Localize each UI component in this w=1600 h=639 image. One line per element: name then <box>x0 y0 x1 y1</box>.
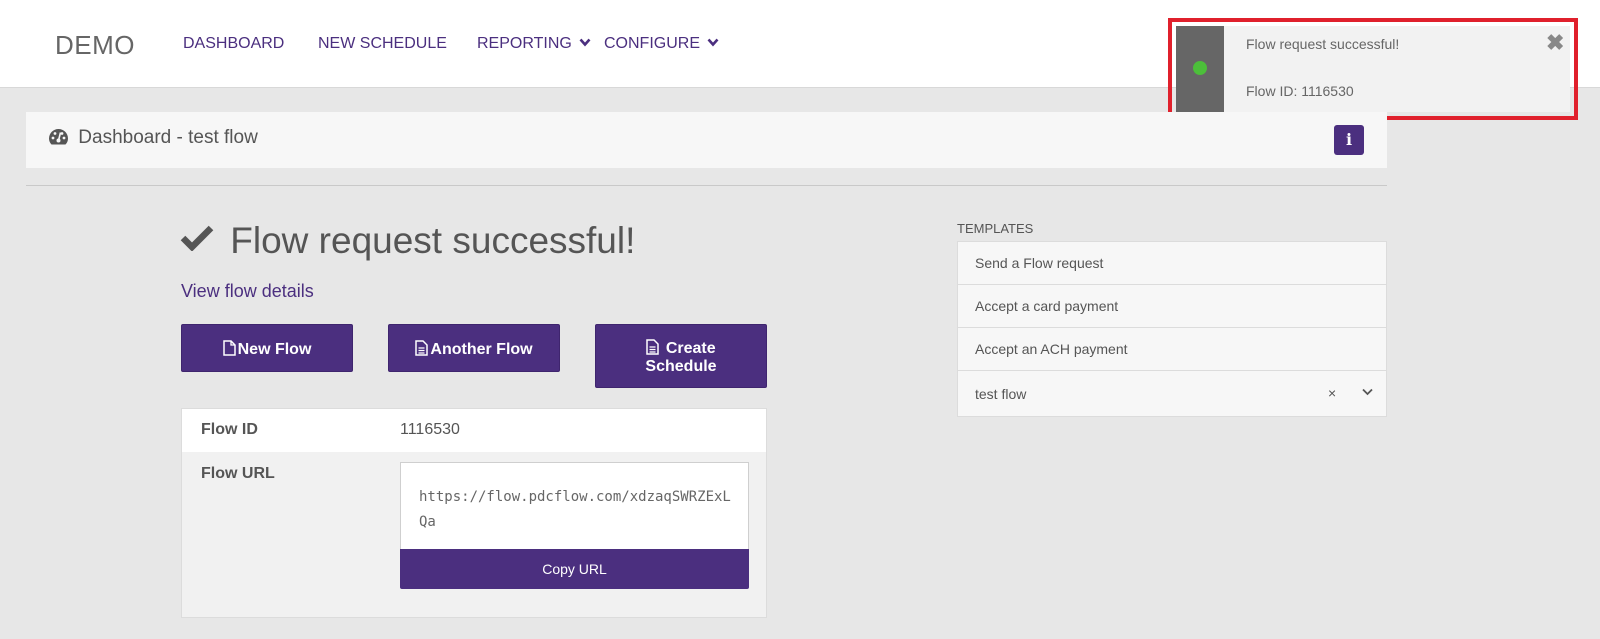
page-title-text: Dashboard - test flow <box>78 127 258 148</box>
create-schedule-button[interactable]: Create Schedule <box>595 324 767 388</box>
success-heading: Flow request successful! <box>180 220 635 262</box>
templates-list: Send a Flow request Accept a card paymen… <box>957 241 1387 417</box>
file-text-icon <box>646 339 660 355</box>
flow-id-value: 1116530 <box>400 421 460 438</box>
new-flow-label: New Flow <box>237 341 312 358</box>
page-header: Dashboard - test flow i <box>26 112 1387 168</box>
new-flow-button[interactable]: New Flow <box>181 324 353 372</box>
nav-reporting-label: REPORTING <box>477 35 572 52</box>
templates-heading: TEMPLATES <box>957 221 1034 236</box>
toast-notification: Flow request successful! Flow ID: 111653… <box>1176 26 1570 112</box>
flow-id-row: Flow ID 1116530 <box>182 409 766 452</box>
close-icon[interactable]: ✖ <box>1546 30 1564 56</box>
template-item-accept-card-payment[interactable]: Accept a card payment <box>958 285 1386 328</box>
template-select-value: test flow <box>975 386 1027 402</box>
toast-message: Flow request successful! <box>1246 36 1400 52</box>
toast-status-bar <box>1176 26 1224 112</box>
create-schedule-label-line1: Create <box>665 340 716 357</box>
create-schedule-label-line2: Schedule <box>645 358 717 375</box>
view-flow-details-link[interactable]: View flow details <box>181 281 314 302</box>
flow-url-label: Flow URL <box>201 465 275 482</box>
page-title: Dashboard - test flow <box>48 127 258 149</box>
nav-configure[interactable]: CONFIGURE <box>604 35 719 53</box>
nav-new-schedule-label: NEW SCHEDULE <box>318 35 447 52</box>
status-dot-icon <box>1193 61 1207 75</box>
file-text-icon <box>415 340 429 356</box>
nav-reporting[interactable]: REPORTING <box>477 35 591 53</box>
file-icon <box>222 340 236 356</box>
flow-url-value[interactable]: https://flow.pdcflow.com/xdzaqSWRZExLQa <box>419 485 739 535</box>
template-select[interactable]: test flow × <box>958 371 1386 416</box>
another-flow-label: Another Flow <box>430 341 533 358</box>
copy-url-button[interactable]: Copy URL <box>400 549 749 589</box>
template-item-accept-ach-payment[interactable]: Accept an ACH payment <box>958 328 1386 371</box>
header-divider <box>26 185 1387 186</box>
nav-configure-label: CONFIGURE <box>604 35 700 52</box>
dashboard-gauge-icon <box>49 129 68 145</box>
nav-new-schedule[interactable]: NEW SCHEDULE <box>318 35 447 53</box>
checkmark-icon <box>180 225 214 251</box>
nav-dashboard-label: DASHBOARD <box>183 35 285 52</box>
nav-dashboard[interactable]: DASHBOARD <box>183 35 284 53</box>
brand-logo[interactable]: DEMO <box>55 30 135 61</box>
info-button[interactable]: i <box>1334 125 1364 155</box>
template-item-send-flow-request[interactable]: Send a Flow request <box>958 242 1386 285</box>
clear-icon[interactable]: × <box>1328 385 1336 401</box>
chevron-down-icon[interactable] <box>1362 388 1373 396</box>
flow-url-field[interactable]: https://flow.pdcflow.com/xdzaqSWRZExLQa <box>400 462 749 549</box>
flow-id-label: Flow ID <box>201 421 258 438</box>
flow-details-card: Flow ID 1116530 Flow URL https://flow.pd… <box>181 408 767 618</box>
toast-flow-id: Flow ID: 1116530 <box>1246 83 1354 99</box>
success-heading-text: Flow request successful! <box>230 220 636 261</box>
another-flow-button[interactable]: Another Flow <box>388 324 560 372</box>
chevron-down-icon <box>707 38 719 47</box>
chevron-down-icon <box>579 38 591 47</box>
